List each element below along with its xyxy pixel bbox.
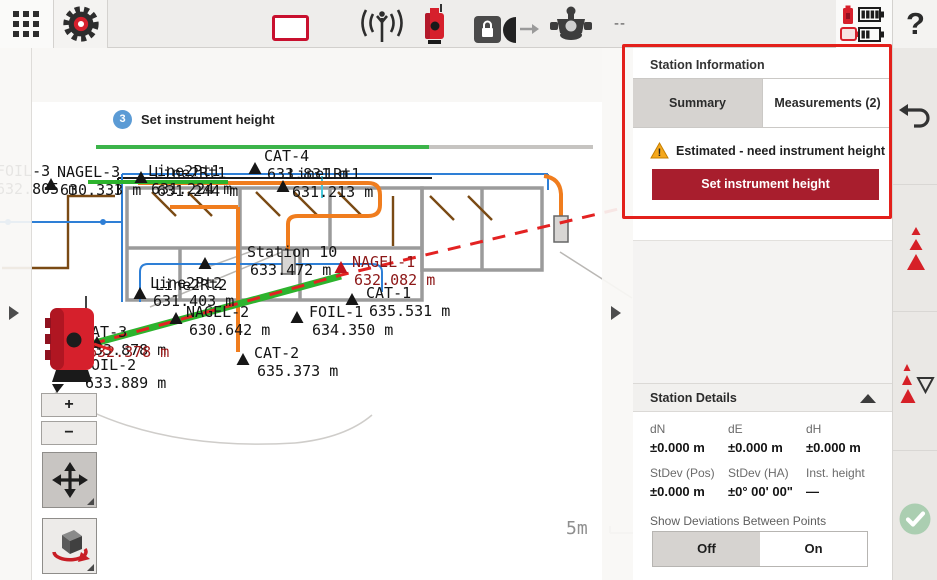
tribrach-icon[interactable] bbox=[548, 6, 594, 44]
deviations-label: Show Deviations Between Points bbox=[650, 514, 826, 528]
station-details-header[interactable]: Station Details bbox=[633, 383, 892, 412]
check-circle-icon bbox=[897, 501, 933, 537]
app-screen: -- bbox=[0, 0, 937, 580]
left-panel-expander[interactable] bbox=[0, 48, 32, 580]
station-information-panel: Station Information Summary Measurements… bbox=[633, 48, 892, 580]
point-label: Station 10 bbox=[247, 243, 337, 261]
divider bbox=[893, 184, 937, 185]
detail-de: dE ±0.000 m bbox=[728, 422, 806, 455]
target-points-button[interactable] bbox=[901, 226, 931, 277]
expand-right-icon bbox=[611, 306, 621, 320]
point-marker[interactable] bbox=[134, 287, 147, 299]
warning-icon: ! bbox=[650, 142, 669, 159]
rotate-cube-icon bbox=[48, 526, 92, 566]
help-button[interactable]: ? bbox=[892, 0, 937, 48]
warning-row: ! Estimated - need instrument height bbox=[650, 142, 885, 159]
divider bbox=[893, 311, 937, 312]
pan-mode-button[interactable] bbox=[42, 452, 97, 508]
prism-empty-icon bbox=[840, 27, 860, 42]
help-label: ? bbox=[906, 6, 925, 41]
undo-button[interactable] bbox=[898, 102, 932, 137]
right-panel-expander[interactable] bbox=[602, 48, 634, 580]
point-elevation: 635.373 m bbox=[257, 362, 338, 380]
map-scale-label: 5m bbox=[566, 518, 588, 539]
undo-icon bbox=[898, 102, 932, 132]
point-label: Line2Rt1 bbox=[154, 164, 226, 182]
point-label: CAT-2 bbox=[254, 344, 299, 362]
display-screen-icon[interactable] bbox=[272, 15, 309, 41]
right-action-sidebar bbox=[892, 48, 937, 580]
detail-dh: dH ±0.000 m bbox=[806, 422, 884, 455]
station-details-title: Station Details bbox=[650, 391, 737, 405]
blue-node bbox=[100, 219, 106, 225]
tab-summary[interactable]: Summary bbox=[633, 79, 763, 127]
confirm-button[interactable] bbox=[897, 501, 933, 542]
svg-text:!: ! bbox=[658, 147, 662, 159]
battery-half-icon bbox=[858, 27, 885, 42]
point-label: CAT-1 bbox=[366, 284, 411, 302]
status-value: -- bbox=[614, 15, 626, 32]
arrow-right-icon bbox=[520, 22, 540, 36]
grid-menu-icon bbox=[13, 11, 41, 38]
point-marker[interactable] bbox=[237, 353, 250, 365]
point-label: CAT-4 bbox=[264, 147, 309, 165]
panel-title: Station Information bbox=[650, 58, 765, 72]
point-marker[interactable] bbox=[291, 311, 304, 323]
detail-dn: dN ±0.000 m bbox=[650, 422, 728, 455]
instrument-battery-icon bbox=[842, 5, 854, 25]
pan-arrows-icon bbox=[51, 461, 89, 499]
zoom-in-button[interactable]: + bbox=[41, 393, 97, 417]
point-elevation: 633.889 m bbox=[85, 374, 166, 392]
expand-right-icon bbox=[9, 306, 19, 320]
equipment-box bbox=[554, 216, 568, 242]
set-instrument-height-button[interactable]: Set instrument height bbox=[652, 169, 879, 200]
point-elevation: 631.213 m bbox=[292, 183, 373, 201]
point-marker[interactable] bbox=[335, 261, 348, 273]
station-tabs: Summary Measurements (2) bbox=[633, 78, 892, 128]
point-elevation: 631.244 m bbox=[157, 182, 238, 200]
point-label: Line1Rt1 bbox=[288, 165, 360, 183]
warning-text: Estimated - need instrument height bbox=[676, 144, 885, 158]
top-toolbar: -- bbox=[0, 0, 937, 48]
toggle-off[interactable]: Off bbox=[653, 532, 760, 566]
detail-stdev-ha: StDev (HA) ±0° 00' 00" bbox=[728, 466, 806, 499]
triangle-compare-icon bbox=[897, 362, 935, 408]
detail-inst-height: Inst. height — bbox=[806, 466, 884, 499]
toggle-on[interactable]: On bbox=[760, 532, 867, 566]
camera-lens-icon bbox=[503, 16, 517, 44]
point-marker[interactable] bbox=[249, 162, 262, 174]
collapse-up-icon[interactable] bbox=[860, 394, 876, 403]
point-label: Line2Rt2 bbox=[155, 276, 227, 294]
detail-stdev-pos: StDev (Pos) ±0.000 m bbox=[650, 466, 728, 499]
tab-measurements[interactable]: Measurements (2) bbox=[763, 79, 892, 127]
total-station-icon[interactable] bbox=[416, 3, 452, 45]
panel-empty-area bbox=[633, 240, 892, 384]
deviations-toggle: Off On bbox=[652, 531, 868, 567]
point-elevation: 630.642 m bbox=[189, 321, 270, 339]
triangle-stack-icon bbox=[901, 226, 931, 272]
main-menu-button[interactable] bbox=[0, 0, 54, 48]
camera-lock-icon[interactable] bbox=[474, 16, 501, 43]
rotate-3d-button[interactable] bbox=[42, 518, 97, 574]
settings-button[interactable] bbox=[54, 0, 108, 48]
point-elevation: 630.333 m bbox=[60, 181, 141, 199]
zoom-out-button[interactable]: − bbox=[41, 421, 97, 445]
target-points-compare-button[interactable] bbox=[897, 362, 935, 413]
divider bbox=[893, 450, 937, 451]
point-label: NAGEL-1 bbox=[352, 253, 415, 271]
point-elevation: 635.531 m bbox=[369, 302, 450, 320]
point-elevation: 633.472 m bbox=[250, 261, 331, 279]
point-label: NAGEL-3 bbox=[57, 163, 120, 181]
point-label: FOIL-1 bbox=[309, 303, 363, 321]
battery-full-icon bbox=[858, 7, 885, 22]
lock-glyph-icon bbox=[474, 16, 501, 43]
battery-status-group[interactable] bbox=[836, 0, 892, 48]
gear-icon bbox=[60, 3, 102, 45]
point-elevation: 634.350 m bbox=[312, 321, 393, 339]
point-label: NAGEL-2 bbox=[186, 303, 249, 321]
wifi-antenna-icon[interactable] bbox=[356, 6, 408, 44]
